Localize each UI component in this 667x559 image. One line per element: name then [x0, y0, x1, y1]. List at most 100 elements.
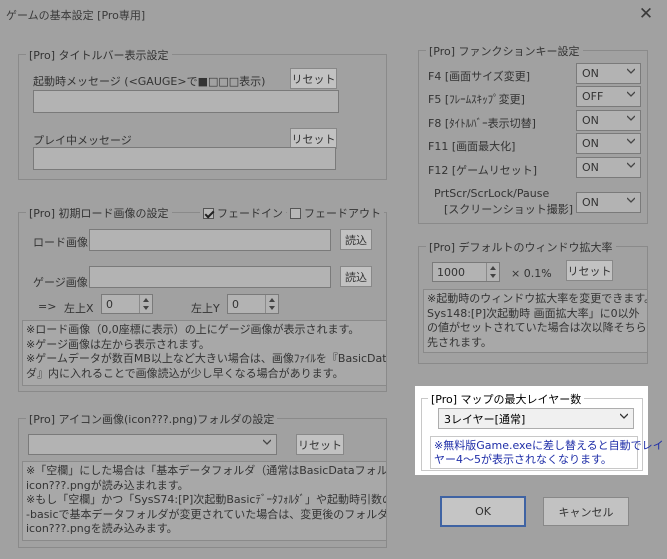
fadein-label: フェードイン	[217, 207, 283, 220]
info-line: ※「空欄」にした場合は「基本データフォルダ（通常はBasicDataフォルダ）」…	[26, 464, 387, 477]
arrow-up-icon[interactable]	[269, 298, 275, 302]
info-line: icon???.pngが読み込まれます。	[26, 478, 189, 492]
window-zoom-value: 1000	[437, 266, 465, 279]
fadein-check-box[interactable]	[203, 207, 214, 219]
chevron-down-icon[interactable]	[627, 90, 635, 98]
startup-message-label: 起動時メッセージ (<GAUGE>で■□□□表示)	[33, 75, 266, 88]
info-line: ※起動時のウィンドウ拡大率を変更できます。「	[427, 292, 648, 305]
fadein-checkbox[interactable]: フェードイン	[200, 205, 286, 221]
window-zoom-arrows[interactable]	[486, 263, 499, 281]
play-message-input[interactable]	[33, 147, 336, 170]
map-layer-value: 3レイヤー[通常]	[444, 412, 526, 426]
info-line: ダ』内に入れることで画像読込が少し早くなる場合があります。	[26, 366, 344, 380]
left-y-label: 左上Y	[191, 302, 220, 315]
play-message-reset-button[interactable]: リセット	[290, 128, 337, 149]
fkey-value: OFF	[582, 90, 604, 103]
map-layer-info: ※無料版Game.exeに差し替えると自動でレイ ヤー4～5が表示されなくなりま…	[430, 436, 664, 469]
chevron-down-icon[interactable]	[263, 438, 271, 446]
window-zoom-legend: [Pro] デフォルトのウィンドウ拡大率	[426, 239, 616, 255]
info-line: ※もし「空欄」かつ「SysS74:[P]次起動Basicﾃﾞｰﾀﾌｫﾙﾀﾞ」や起…	[26, 493, 387, 506]
arrow-up-icon[interactable]	[143, 298, 149, 302]
arrow-down-icon[interactable]	[269, 306, 275, 310]
load-image-legend: [Pro] 初期ロード画像の設定	[26, 205, 172, 221]
info-line: ※ロード画像（0,0座標に表示）の上にゲージ画像が表示されます。	[26, 323, 360, 336]
fkey-select-f4[interactable]: ON	[576, 63, 641, 84]
map-layer-group: [Pro] マップの最大レイヤー数 3レイヤー[通常] ※無料版Game.exe…	[421, 391, 664, 471]
chevron-down-icon[interactable]	[627, 161, 635, 169]
fkey-value: ON	[582, 196, 599, 209]
load-image-input[interactable]	[89, 229, 331, 251]
arrow-label: =>	[38, 300, 57, 313]
icon-folder-select[interactable]	[28, 434, 277, 455]
fkey-select-prtscr[interactable]: ON	[576, 192, 641, 213]
load-image-info: ※ロード画像（0,0座標に表示）の上にゲージ画像が表示されます。 ※ゲージ画像は…	[22, 320, 387, 386]
left-x-arrows[interactable]	[139, 295, 152, 313]
info-line: の値がセットされていた場合は次以降そちらが優	[427, 321, 648, 334]
info-line: icon???.pngを読み込みます。	[26, 522, 178, 535]
fkey-select-f12[interactable]: ON	[576, 157, 641, 178]
info-line: ※無料版Game.exeに差し替えると自動でレイ	[434, 439, 664, 452]
map-layer-select[interactable]: 3レイヤー[通常]	[438, 408, 634, 429]
left-x-spinner[interactable]: 0	[101, 294, 153, 314]
startup-message-input[interactable]	[33, 90, 339, 113]
info-line: Sys148:[P]次起動時 画面拡大率」に0以外	[427, 306, 640, 320]
gauge-image-label: ゲージ画像	[33, 276, 88, 289]
arrow-down-icon[interactable]	[143, 306, 149, 310]
fkey-label-f8: F8 [ﾀｲﾄﾙﾊﾞｰ表示切替]	[428, 117, 536, 130]
window-zoom-reset-button[interactable]: リセット	[566, 260, 613, 281]
icon-folder-reset-button[interactable]: リセット	[296, 434, 344, 455]
fkey-value: ON	[582, 137, 599, 150]
fkey-value: ON	[582, 161, 599, 174]
fkey-label-f5: F5 [ﾌﾚｰﾑｽｷｯﾌﾟ変更]	[428, 93, 525, 106]
gauge-image-input[interactable]	[89, 266, 331, 288]
info-line: ※ゲージ画像は左から表示されます。	[26, 337, 210, 351]
chevron-down-icon[interactable]	[620, 412, 628, 420]
info-line: ヤー4～5が表示されなくなります。	[434, 453, 612, 466]
left-y-spinner[interactable]: 0	[227, 294, 279, 314]
window-zoom-info: ※起動時のウィンドウ拡大率を変更できます。「 Sys148:[P]次起動時 画面…	[423, 289, 648, 353]
fkey-label-f12: F12 [ゲームリセット]	[428, 164, 538, 177]
left-y-arrows[interactable]	[265, 295, 278, 313]
fkey-label-f4: F4 [画面サイズ変更]	[428, 70, 531, 83]
cancel-button[interactable]: キャンセル	[543, 497, 629, 526]
map-layer-panel: [Pro] マップの最大レイヤー数 3レイヤー[通常] ※無料版Game.exe…	[415, 386, 664, 475]
left-y-value: 0	[232, 298, 239, 311]
function-key-legend: [Pro] ファンクションキー設定	[426, 43, 583, 59]
icon-folder-info: ※「空欄」にした場合は「基本データフォルダ（通常はBasicDataフォルダ）」…	[22, 461, 387, 541]
arrow-up-icon[interactable]	[490, 266, 496, 270]
play-message-label: プレイ中メッセージ	[33, 134, 132, 147]
startup-message-reset-button[interactable]: リセット	[290, 68, 337, 89]
fkey-select-f11[interactable]: ON	[576, 133, 641, 154]
load-image-read-button[interactable]: 読込	[340, 229, 372, 250]
fadeout-checkbox[interactable]: フェードアウト	[287, 205, 384, 221]
info-line: 先されます。	[427, 335, 492, 349]
fkey-value: ON	[582, 114, 599, 127]
title-bar: ゲームの基本設定 [Pro専用] ✕	[0, 0, 667, 30]
window-zoom-unit: × 0.1%	[511, 267, 552, 280]
fkey-select-f8[interactable]: ON	[576, 110, 641, 131]
fkey-select-f5[interactable]: OFF	[576, 86, 641, 107]
fkey-label-prtscr-line1: PrtScr/ScrLock/Pause	[434, 187, 550, 200]
map-layer-legend: [Pro] マップの最大レイヤー数	[428, 391, 585, 407]
fadeout-check-box[interactable]	[290, 207, 301, 219]
fkey-label-f11: F11 [画面最大化]	[428, 140, 516, 153]
window-title: ゲームの基本設定 [Pro専用]	[6, 9, 146, 22]
chevron-down-icon[interactable]	[627, 137, 635, 145]
gauge-image-read-button[interactable]: 読込	[340, 266, 372, 287]
chevron-down-icon[interactable]	[627, 196, 635, 204]
left-x-label: 左上X	[64, 302, 94, 315]
icon-folder-legend: [Pro] アイコン画像(icon???.png)フォルダの設定	[26, 411, 278, 427]
fadeout-label: フェードアウト	[304, 207, 381, 220]
fkey-value: ON	[582, 67, 599, 80]
arrow-down-icon[interactable]	[490, 274, 496, 278]
close-icon[interactable]: ✕	[634, 3, 658, 25]
chevron-down-icon[interactable]	[627, 67, 635, 75]
info-line: ※ゲームデータが数百MB以上など大きい場合は、画像ﾌｧｲﾙを『BasicData…	[26, 352, 387, 365]
titlebar-settings-legend: [Pro] タイトルバー表示設定	[26, 47, 172, 63]
chevron-down-icon[interactable]	[627, 114, 635, 122]
window-zoom-spinner[interactable]: 1000	[432, 262, 500, 282]
info-line: -basicで基本データフォルダが変更されていた場合は、変更後のフォルダから	[26, 507, 387, 521]
load-image-label: ロード画像	[33, 236, 88, 249]
ok-button[interactable]: OK	[440, 496, 526, 527]
fkey-label-prtscr-line2: [スクリーンショット撮影]	[444, 203, 574, 216]
